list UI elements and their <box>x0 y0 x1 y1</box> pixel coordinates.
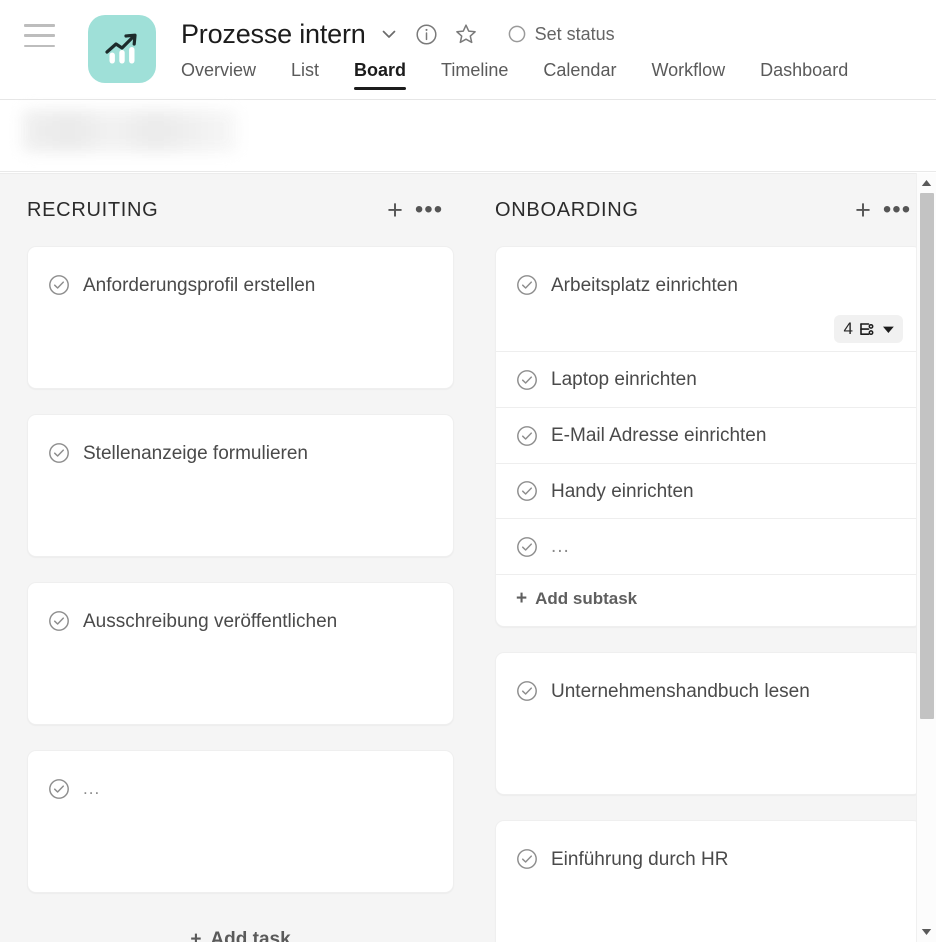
info-circle-icon[interactable] <box>412 17 442 51</box>
hamburger-line <box>24 24 55 27</box>
status-circle-icon <box>508 25 525 43</box>
task-title: Anforderungsprofil erstellen <box>83 275 316 296</box>
board-column-onboarding: ONBOARDING + ••• Arbeitsplatz einrichten… <box>481 174 936 942</box>
check-circle-icon[interactable] <box>48 778 70 800</box>
view-tabs: Overview List Board Timeline Calendar Wo… <box>181 60 848 100</box>
column-menu-ellipsis-icon[interactable]: ••• <box>412 193 446 227</box>
app-header: Prozesse intern Set status Overview List… <box>0 0 936 100</box>
board-column-gutter <box>468 174 481 942</box>
task-card[interactable]: Anforderungsprofil erstellen <box>27 246 454 389</box>
add-subtask-button[interactable]: + Add subtask <box>496 574 921 626</box>
check-circle-icon[interactable] <box>516 369 538 391</box>
board-canvas: RECRUITING + ••• Anforderungsprofil erst <box>0 173 936 942</box>
check-circle-icon[interactable] <box>516 680 538 702</box>
check-circle-icon[interactable] <box>48 442 70 464</box>
chart-growth-icon <box>105 33 137 64</box>
triangle-down-icon <box>921 929 932 935</box>
task-title: Ausschreibung veröffentlichen <box>83 611 338 632</box>
board-column-recruiting: RECRUITING + ••• Anforderungsprofil erst <box>13 174 468 942</box>
check-circle-icon[interactable] <box>48 274 70 296</box>
tab-timeline[interactable]: Timeline <box>441 60 508 90</box>
check-circle-icon[interactable] <box>516 536 538 558</box>
check-circle-icon[interactable] <box>516 480 538 502</box>
task-card[interactable]: Stellenanzeige formulieren <box>27 414 454 557</box>
scrollbar-thumb[interactable] <box>919 193 934 719</box>
set-status-label: Set status <box>534 23 615 44</box>
scrollbar-track[interactable] <box>917 193 936 922</box>
task-card[interactable]: Unternehmenshandbuch lesen <box>495 652 922 795</box>
column-add-task-icon[interactable]: + <box>846 193 880 227</box>
subtask-count: 4 <box>843 319 853 338</box>
star-outline-icon[interactable] <box>450 17 482 51</box>
subtask-title: Handy einrichten <box>551 480 694 502</box>
add-task-button[interactable]: + Add task <box>27 929 454 942</box>
column-card-list: Arbeitsplatz einrichten 4 Laptop einrich… <box>481 246 936 942</box>
task-card-empty[interactable]: ... <box>27 750 454 893</box>
subtask-title: Laptop einrichten <box>551 369 697 390</box>
plus-icon: + <box>190 929 202 942</box>
scrollbar-up-arrow[interactable] <box>917 173 936 193</box>
board-toolbar <box>0 100 936 172</box>
task-title: Unternehmenshandbuch lesen <box>551 681 810 702</box>
vertical-scrollbar[interactable] <box>916 173 936 942</box>
subtask-hierarchy-icon <box>860 322 874 335</box>
task-card-with-subtasks[interactable]: Arbeitsplatz einrichten 4 Laptop einrich… <box>495 246 922 627</box>
task-title: Arbeitsplatz einrichten <box>551 275 738 296</box>
hamburger-line <box>24 34 55 37</box>
task-card[interactable]: Ausschreibung veröffentlichen <box>27 582 454 725</box>
plus-icon: + <box>516 588 528 609</box>
tab-calendar[interactable]: Calendar <box>543 60 616 90</box>
tab-board[interactable]: Board <box>354 60 407 90</box>
project-title-row: Prozesse intern Set status <box>181 14 615 54</box>
caret-down-icon[interactable] <box>882 325 895 334</box>
column-title: RECRUITING <box>27 198 159 221</box>
tab-overview[interactable]: Overview <box>181 60 256 90</box>
chevron-down-icon[interactable] <box>372 17 406 51</box>
tab-workflow[interactable]: Workflow <box>651 60 725 90</box>
triangle-up-icon <box>921 180 932 186</box>
subtask-title: ... <box>551 536 570 558</box>
scrollbar-down-arrow[interactable] <box>917 922 936 942</box>
column-header: RECRUITING + ••• <box>13 174 468 246</box>
check-circle-icon[interactable] <box>48 610 70 632</box>
add-task-label: Add task <box>210 929 291 942</box>
subtask-title: E-Mail Adresse einrichten <box>551 424 767 446</box>
subtask-row[interactable]: E-Mail Adresse einrichten <box>496 406 921 463</box>
task-title: Einführung durch HR <box>551 849 729 870</box>
board-left-gutter <box>0 174 13 942</box>
subtask-list: Laptop einrichten E-Mail Adresse einrich… <box>496 351 921 626</box>
subtask-row-empty[interactable]: ... <box>496 518 921 574</box>
project-logo <box>88 15 156 83</box>
column-title: ONBOARDING <box>495 198 639 221</box>
add-subtask-label: Add subtask <box>535 589 638 608</box>
subtask-row[interactable]: Laptop einrichten <box>496 351 921 407</box>
task-title: ... <box>83 779 101 798</box>
column-header: ONBOARDING + ••• <box>481 174 936 246</box>
tab-list[interactable]: List <box>291 60 319 90</box>
column-menu-ellipsis-icon[interactable]: ••• <box>880 193 914 227</box>
page-title: Prozesse intern <box>181 18 366 49</box>
subtask-count-badge[interactable]: 4 <box>833 315 903 343</box>
tab-dashboard[interactable]: Dashboard <box>760 60 848 90</box>
redacted-toolbar-content <box>22 110 237 152</box>
column-add-task-icon[interactable]: + <box>378 193 412 227</box>
task-title: Stellenanzeige formulieren <box>83 443 308 464</box>
app-window: Prozesse intern Set status Overview List… <box>0 0 936 942</box>
subtask-row[interactable]: Handy einrichten <box>496 462 921 519</box>
check-circle-icon[interactable] <box>516 848 538 870</box>
set-status-button[interactable]: Set status <box>508 24 615 45</box>
hamburger-icon[interactable] <box>24 24 55 47</box>
task-card[interactable]: Einführung durch HR <box>495 820 922 942</box>
check-circle-icon[interactable] <box>516 274 538 296</box>
column-card-list: Anforderungsprofil erstellen Stellenanze… <box>13 246 468 942</box>
hamburger-line <box>24 44 55 47</box>
check-circle-icon[interactable] <box>516 425 538 447</box>
